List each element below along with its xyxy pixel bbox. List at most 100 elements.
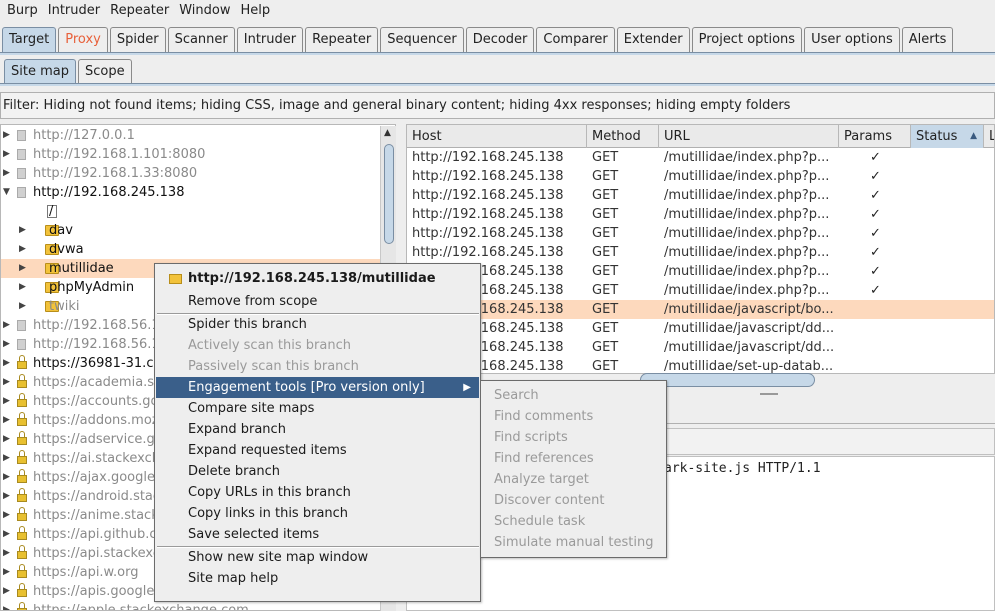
collapsed-arrow-icon[interactable]: ▶ — [19, 278, 29, 297]
collapsed-arrow-icon[interactable]: ▶ — [3, 582, 13, 601]
tree-item[interactable]: ▶ dav — [1, 221, 381, 240]
tree-item[interactable]: ▶ http://192.168.1.101:8080 — [1, 145, 381, 164]
lock-icon — [17, 355, 27, 369]
tree-item[interactable]: ▶ https://apple.stackexchange.com — [1, 601, 381, 610]
table-row[interactable]: http://192.168.245.138 GET/mutillidae/ind… — [407, 281, 994, 300]
tab-site-map[interactable]: Site map — [4, 59, 76, 85]
tree-item[interactable]: ▶ http://127.0.0.1 — [1, 126, 381, 145]
tree-item[interactable]: ▶ http://192.168.1.33:8080 — [1, 164, 381, 183]
context-menu-item-label: Actively scan this branch — [188, 338, 351, 353]
context-menu-item[interactable]: Spider this branch — [156, 314, 479, 335]
tab-repeater[interactable]: Repeater — [305, 27, 379, 53]
collapsed-arrow-icon[interactable]: ▶ — [19, 240, 29, 259]
expanded-arrow-icon[interactable]: ▼ — [3, 183, 13, 202]
tab-alerts[interactable]: Alerts — [901, 27, 954, 53]
tab-comparer[interactable]: Comparer — [536, 27, 615, 53]
request-table[interactable]: Host Method URL Params Status ▲ L http://… — [406, 124, 995, 374]
collapsed-arrow-icon[interactable]: ▶ — [3, 316, 13, 335]
tab-user-options[interactable]: User options — [804, 27, 900, 53]
tab-extender[interactable]: Extender — [616, 27, 690, 53]
menu-help[interactable]: Help — [236, 0, 276, 22]
tree-item-label: http://192.168.1.101:8080 — [33, 147, 206, 162]
tab-scope[interactable]: Scope — [77, 59, 132, 85]
host-icon — [17, 320, 26, 331]
menu-repeater[interactable]: Repeater — [105, 0, 174, 22]
collapsed-arrow-icon[interactable]: ▶ — [3, 506, 13, 525]
table-row[interactable]: http://192.168.245.138 GET/mutillidae/jav… — [407, 300, 994, 319]
menu-burp[interactable]: Burp — [2, 0, 43, 22]
col-host[interactable]: Host — [407, 125, 587, 148]
table-row[interactable]: http://192.168.245.138 GET/mutillidae/ind… — [407, 148, 994, 167]
scroll-up-icon[interactable]: ▲ — [384, 128, 391, 138]
collapsed-arrow-icon[interactable]: ▶ — [19, 221, 29, 240]
table-row[interactable]: http://192.168.245.138 GET/mutillidae/ind… — [407, 205, 994, 224]
col-url[interactable]: URL — [659, 125, 839, 148]
menu-intruder[interactable]: Intruder — [43, 0, 105, 22]
collapsed-arrow-icon[interactable]: ▶ — [3, 411, 13, 430]
table-row[interactable]: http://192.168.245.138 GET/mutillidae/ind… — [407, 262, 994, 281]
tab-target[interactable]: Target — [2, 27, 57, 53]
table-row[interactable]: http://192.168.245.138 GET/mutillidae/ind… — [407, 167, 994, 186]
context-menu-item[interactable]: Remove from scope — [156, 291, 479, 312]
context-menu-item[interactable]: Expand requested items — [156, 440, 479, 461]
table-row[interactable]: http://192.168.245.138 GET/mutillidae/ind… — [407, 186, 994, 205]
context-menu-item[interactable]: Copy URLs in this branch — [156, 482, 479, 503]
collapsed-arrow-icon[interactable]: ▶ — [3, 525, 13, 544]
collapsed-arrow-icon[interactable]: ▶ — [19, 259, 29, 278]
table-row[interactable]: http://192.168.245.138 GET/mutillidae/set… — [407, 357, 994, 374]
cell-url: /mutillidae/set-up-datab... — [664, 359, 834, 374]
collapsed-arrow-icon[interactable]: ▶ — [3, 373, 13, 392]
context-menu-item[interactable]: Show new site map window — [156, 547, 479, 568]
collapsed-arrow-icon[interactable]: ▶ — [3, 392, 13, 411]
collapsed-arrow-icon[interactable]: ▶ — [3, 449, 13, 468]
context-menu-item[interactable]: Expand branch — [156, 419, 479, 440]
col-method[interactable]: Method — [587, 125, 659, 148]
lock-icon — [17, 507, 27, 521]
split-divider-grip[interactable] — [760, 393, 778, 395]
tab-intruder[interactable]: Intruder — [236, 27, 304, 53]
context-menu-item[interactable]: Delete branch — [156, 461, 479, 482]
context-menu-item[interactable]: Site map help — [156, 568, 479, 589]
cell-method: GET — [592, 340, 619, 355]
tab-scanner[interactable]: Scanner — [167, 27, 235, 53]
tab-decoder[interactable]: Decoder — [465, 27, 535, 53]
collapsed-arrow-icon[interactable]: ▶ — [3, 126, 13, 145]
tree-item[interactable]: / — [1, 202, 381, 221]
collapsed-arrow-icon[interactable]: ▶ — [3, 335, 13, 354]
tab-sequencer[interactable]: Sequencer — [380, 27, 464, 53]
table-row[interactable]: http://192.168.245.138 GET/mutillidae/ind… — [407, 243, 994, 262]
context-menu-header: http://192.168.245.138/mutillidae — [156, 268, 479, 289]
collapsed-arrow-icon[interactable]: ▶ — [3, 487, 13, 506]
col-params[interactable]: Params — [839, 125, 911, 148]
tree-item-label: http://127.0.0.1 — [33, 128, 135, 143]
collapsed-arrow-icon[interactable]: ▶ — [3, 430, 13, 449]
collapsed-arrow-icon[interactable]: ▶ — [3, 601, 13, 610]
collapsed-arrow-icon[interactable]: ▶ — [3, 563, 13, 582]
submenu-item: Analyze target — [494, 472, 589, 487]
collapsed-arrow-icon[interactable]: ▶ — [3, 164, 13, 183]
context-menu-item[interactable]: Save selected items — [156, 524, 479, 545]
context-menu-item-label: Spider this branch — [188, 317, 307, 332]
col-status[interactable]: Status ▲ — [911, 125, 984, 148]
collapsed-arrow-icon[interactable]: ▶ — [19, 297, 29, 316]
tab-proxy[interactable]: Proxy — [58, 27, 108, 53]
collapsed-arrow-icon[interactable]: ▶ — [3, 145, 13, 164]
table-row[interactable]: http://192.168.245.138 GET/mutillidae/jav… — [407, 319, 994, 338]
tab-project-options[interactable]: Project options — [691, 27, 803, 53]
context-menu-item[interactable]: Compare site maps — [156, 398, 479, 419]
context-menu-item[interactable]: Engagement tools [Pro version only] ▶ — [156, 377, 479, 398]
tab-spider[interactable]: Spider — [109, 27, 166, 53]
collapsed-arrow-icon[interactable]: ▶ — [3, 468, 13, 487]
table-row[interactable]: http://192.168.245.138 GET/mutillidae/jav… — [407, 338, 994, 357]
collapsed-arrow-icon[interactable]: ▶ — [3, 544, 13, 563]
lock-icon — [17, 526, 27, 540]
context-menu-item[interactable]: Copy links in this branch — [156, 503, 479, 524]
filter-bar[interactable]: Filter: Hiding not found items; hiding C… — [0, 92, 995, 119]
tree-item[interactable]: ▼ http://192.168.245.138 — [1, 183, 381, 202]
menu-window[interactable]: Window — [174, 0, 235, 22]
collapsed-arrow-icon[interactable]: ▶ — [3, 354, 13, 373]
col-length[interactable]: L — [984, 125, 994, 148]
table-row[interactable]: http://192.168.245.138 GET/mutillidae/ind… — [407, 224, 994, 243]
tree-item[interactable]: ▶ dvwa — [1, 240, 381, 259]
scroll-thumb[interactable] — [384, 144, 394, 244]
